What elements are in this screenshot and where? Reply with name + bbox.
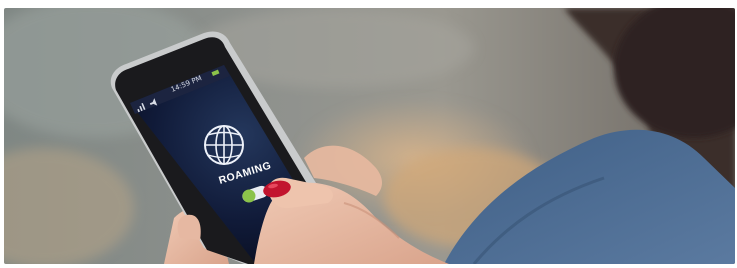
photo-illustration: 14:59 PM ROAMING — [4, 8, 735, 264]
stock-photo: 14:59 PM ROAMING — [4, 8, 735, 264]
globe-icon — [204, 125, 244, 165]
